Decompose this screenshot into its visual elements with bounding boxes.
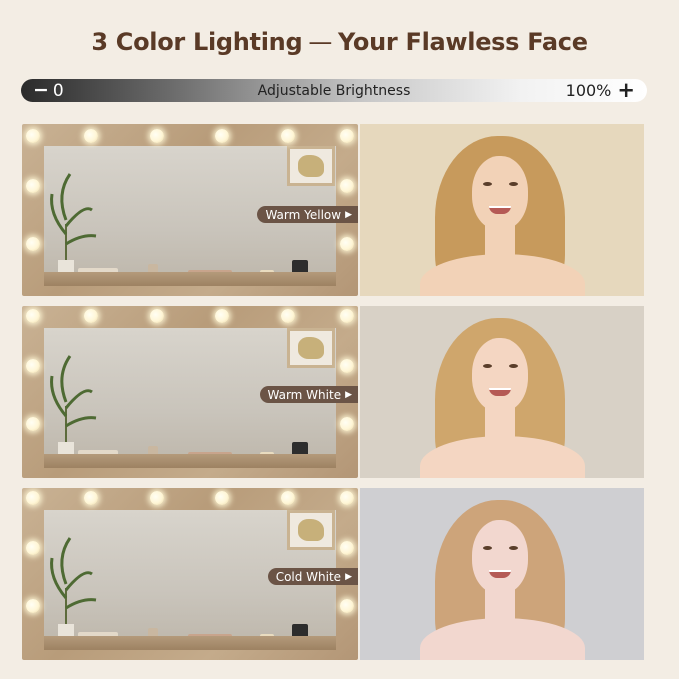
- mode-label-cold-white: Cold White ▶: [267, 568, 358, 585]
- play-arrow-icon: ▶: [345, 571, 352, 582]
- mode-label-warm-yellow: Warm Yellow ▶: [257, 206, 358, 223]
- headline: 3 Color Lighting — Your Flawless Face: [0, 28, 679, 56]
- wall-picture: [287, 146, 335, 186]
- brightness-slider[interactable]: − 0 Adjustable Brightness 100% +: [21, 79, 647, 102]
- brightness-min-value: 0: [52, 80, 64, 101]
- wall-picture: [287, 328, 335, 368]
- headline-right: Your Flawless Face: [338, 28, 588, 56]
- wall-picture: [287, 510, 335, 550]
- mode-panel-warm-white: Warm White ▶: [22, 306, 644, 478]
- vanity-mirror-image: Warm White ▶: [22, 306, 358, 478]
- shelf: [44, 454, 336, 468]
- plus-icon[interactable]: +: [617, 80, 635, 101]
- brightness-max: 100% +: [566, 80, 635, 101]
- vanity-mirror-image: Cold White ▶: [22, 488, 358, 660]
- plant-icon: [50, 537, 97, 640]
- brightness-max-value: 100%: [565, 81, 612, 100]
- play-arrow-icon: ▶: [345, 209, 352, 220]
- shelf: [44, 272, 336, 286]
- headline-dash: —: [308, 28, 333, 56]
- plant-icon: [50, 173, 97, 276]
- mode-panel-warm-yellow: Warm Yellow ▶: [22, 124, 644, 296]
- play-arrow-icon: ▶: [345, 389, 352, 400]
- brightness-label: Adjustable Brightness: [257, 82, 411, 99]
- vanity-mirror-image: Warm Yellow ▶: [22, 124, 358, 296]
- minus-icon[interactable]: −: [33, 81, 49, 100]
- mode-panel-cold-white: Cold White ▶: [22, 488, 644, 660]
- shelf: [44, 636, 336, 650]
- model-photo-warm-yellow: [360, 124, 644, 296]
- mode-label-warm-white: Warm White ▶: [259, 386, 358, 403]
- model-photo-warm-white: [360, 306, 644, 478]
- plant-icon: [50, 355, 97, 458]
- brightness-min: − 0: [33, 81, 64, 101]
- model-photo-cold-white: [360, 488, 644, 660]
- headline-left: 3 Color Lighting: [91, 28, 303, 56]
